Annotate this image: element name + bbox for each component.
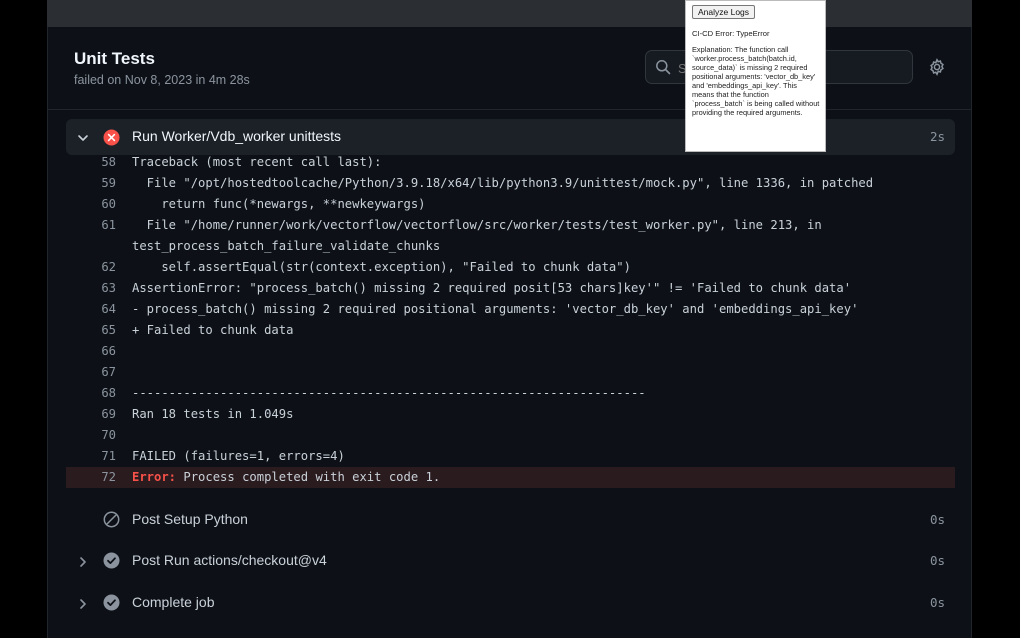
log-line-number[interactable]: 70 <box>66 428 116 442</box>
job-header: Unit Tests failed on Nov 8, 2023 in 4m 2… <box>48 27 971 110</box>
log-line-number[interactable]: 62 <box>66 260 116 274</box>
log-line-number[interactable]: 66 <box>66 344 116 358</box>
log-line-number[interactable]: 71 <box>66 449 116 463</box>
log-line-number[interactable]: 69 <box>66 407 116 421</box>
log-line-number[interactable]: 60 <box>66 197 116 211</box>
job-subtitle: failed on Nov 8, 2023 in 4m 28s <box>74 73 250 87</box>
step-post-run-checkout[interactable]: Post Run actions/checkout@v4 0s <box>66 542 955 578</box>
skipped-icon <box>103 511 120 533</box>
log-line-number[interactable]: 61 <box>66 218 116 232</box>
log-line: 62 self.assertEqual(str(context.exceptio… <box>66 257 955 278</box>
log-line-text: - process_batch() missing 2 required pos… <box>132 302 859 316</box>
search-icon <box>655 59 671 80</box>
log-line: 69 Ran 18 tests in 1.049s <box>66 404 955 425</box>
log-line: 60 return func(*newargs, **newkeywargs) <box>66 194 955 215</box>
job-title: Unit Tests <box>74 49 155 68</box>
log-line: 70 <box>66 425 955 446</box>
log-line-number[interactable]: 58 <box>66 155 116 169</box>
log-line-text: + Failed to chunk data <box>132 323 294 337</box>
log-line-text: ----------------------------------------… <box>132 386 646 400</box>
chevron-right-icon[interactable] <box>77 597 89 615</box>
step-duration: 0s <box>929 595 945 610</box>
log-line: 71 FAILED (failures=1, errors=4) <box>66 446 955 467</box>
log-line-text: return func(*newargs, **newkeywargs) <box>132 197 426 211</box>
step-post-setup-python[interactable]: Post Setup Python 0s <box>66 501 955 537</box>
popup-explanation: Explanation: The function call `worker.p… <box>692 45 820 118</box>
log-line-number[interactable]: 64 <box>66 302 116 316</box>
log-line: test_process_batch_failure_validate_chun… <box>66 236 955 257</box>
log-line: 61 File "/home/runner/work/vectorflow/ve… <box>66 215 955 236</box>
log-line: 65 + Failed to chunk data <box>66 320 955 341</box>
analyze-logs-button[interactable]: Analyze Logs <box>692 5 756 19</box>
step-label: Complete job <box>132 594 215 610</box>
log-line: 58 Traceback (most recent call last): <box>66 152 955 173</box>
error-message: Process completed with exit code 1. <box>176 470 441 484</box>
log-line-text: self.assertEqual(str(context.exception),… <box>132 260 631 274</box>
log-analysis-popup: Analyze Logs CI-CD Error: TypeError Expl… <box>685 0 826 152</box>
log-line-number[interactable]: 63 <box>66 281 116 295</box>
step-label: Post Run actions/checkout@v4 <box>132 552 327 568</box>
top-bar <box>47 0 972 27</box>
log-line-text: File "/home/runner/work/vectorflow/vecto… <box>132 218 822 232</box>
log-line: 68 --------------------------------------… <box>66 383 955 404</box>
job-log-panel: Unit Tests failed on Nov 8, 2023 in 4m 2… <box>47 27 972 638</box>
log-line-number[interactable]: 72 <box>66 470 116 484</box>
step-complete-job[interactable]: Complete job 0s <box>66 584 955 620</box>
log-line: 59 File "/opt/hostedtoolcache/Python/3.9… <box>66 173 955 194</box>
log-line: 66 <box>66 341 955 362</box>
log-line-number[interactable]: 68 <box>66 386 116 400</box>
step-label: Post Setup Python <box>132 511 248 527</box>
log-line-text: File "/opt/hostedtoolcache/Python/3.9.18… <box>132 176 874 190</box>
log-line: 67 <box>66 362 955 383</box>
active-step-duration: 2s <box>929 129 945 144</box>
chevron-down-icon[interactable] <box>77 131 89 149</box>
success-check-icon <box>103 552 120 574</box>
log-line-text: test_process_batch_failure_validate_chun… <box>132 239 441 253</box>
log-line-text: AssertionError: "process_batch() missing… <box>132 281 852 295</box>
error-keyword: Error: <box>132 470 177 484</box>
log-line-text: Ran 18 tests in 1.049s <box>132 407 294 421</box>
log-line-number[interactable]: 67 <box>66 365 116 379</box>
log-line-number[interactable]: 65 <box>66 323 116 337</box>
log-line-text: Error: Process completed with exit code … <box>132 470 440 484</box>
log-line-text: FAILED (failures=1, errors=4) <box>132 449 345 463</box>
failed-x-icon <box>103 129 120 151</box>
chevron-right-icon[interactable] <box>77 555 89 573</box>
log-line-number[interactable]: 59 <box>66 176 116 190</box>
log-line-error: 72 Error: Process completed with exit cod… <box>66 467 955 488</box>
step-duration: 0s <box>929 512 945 527</box>
gear-icon[interactable] <box>928 58 946 81</box>
log-line: 64 - process_batch() missing 2 required p… <box>66 299 955 320</box>
log-output: 58 Traceback (most recent call last): 59 F… <box>66 152 955 488</box>
active-step-label: Run Worker/Vdb_worker unittests <box>132 128 342 144</box>
log-line: 63 AssertionError: "process_batch() missi… <box>66 278 955 299</box>
popup-error-title: CI-CD Error: TypeError <box>692 29 770 38</box>
step-duration: 0s <box>929 553 945 568</box>
log-line-text: Traceback (most recent call last): <box>132 155 382 169</box>
success-check-icon <box>103 594 120 616</box>
